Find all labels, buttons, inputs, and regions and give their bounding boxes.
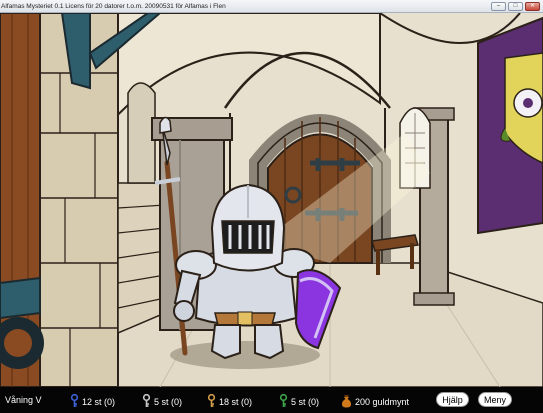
gold-key-count: 18 st (0) — [219, 397, 253, 407]
close-button[interactable]: ✕ — [525, 1, 540, 11]
help-button[interactable]: Hjälp — [436, 392, 469, 407]
game-scene[interactable] — [0, 13, 543, 387]
silver-key-counter: 5 st (0) — [142, 394, 183, 409]
silver-key-icon — [142, 394, 151, 407]
gold-coin-counter: 200 guldmynt — [341, 395, 409, 409]
minimize-button[interactable]: – — [491, 1, 506, 11]
floor-label: Våning V — [5, 395, 42, 405]
green-key-counter: 5 st (0) — [279, 394, 320, 409]
silver-key-count: 5 st (0) — [154, 397, 183, 407]
blue-key-counter: 12 st (0) — [70, 394, 116, 409]
window-titlebar: Alfamas Mysteriet 0.1 Licens för 20 dato… — [0, 0, 543, 13]
money-bag-icon — [341, 395, 352, 408]
green-key-count: 5 st (0) — [291, 397, 320, 407]
castle-hall-illustration — [0, 13, 543, 387]
blue-key-count: 12 st (0) — [82, 397, 116, 407]
gold-coin-count: 200 guldmynt — [355, 397, 410, 407]
maximize-button[interactable]: □ — [508, 1, 523, 11]
green-key-icon — [279, 394, 288, 407]
menu-button[interactable]: Meny — [478, 392, 512, 407]
gold-key-counter: 18 st (0) — [207, 394, 253, 409]
status-bar: Våning V 12 st (0) 5 st (0) 18 st (0) 5 … — [0, 387, 543, 413]
gold-key-icon — [207, 394, 216, 407]
blue-key-icon — [70, 394, 79, 407]
window-title: Alfamas Mysteriet 0.1 Licens för 20 dato… — [1, 2, 226, 10]
